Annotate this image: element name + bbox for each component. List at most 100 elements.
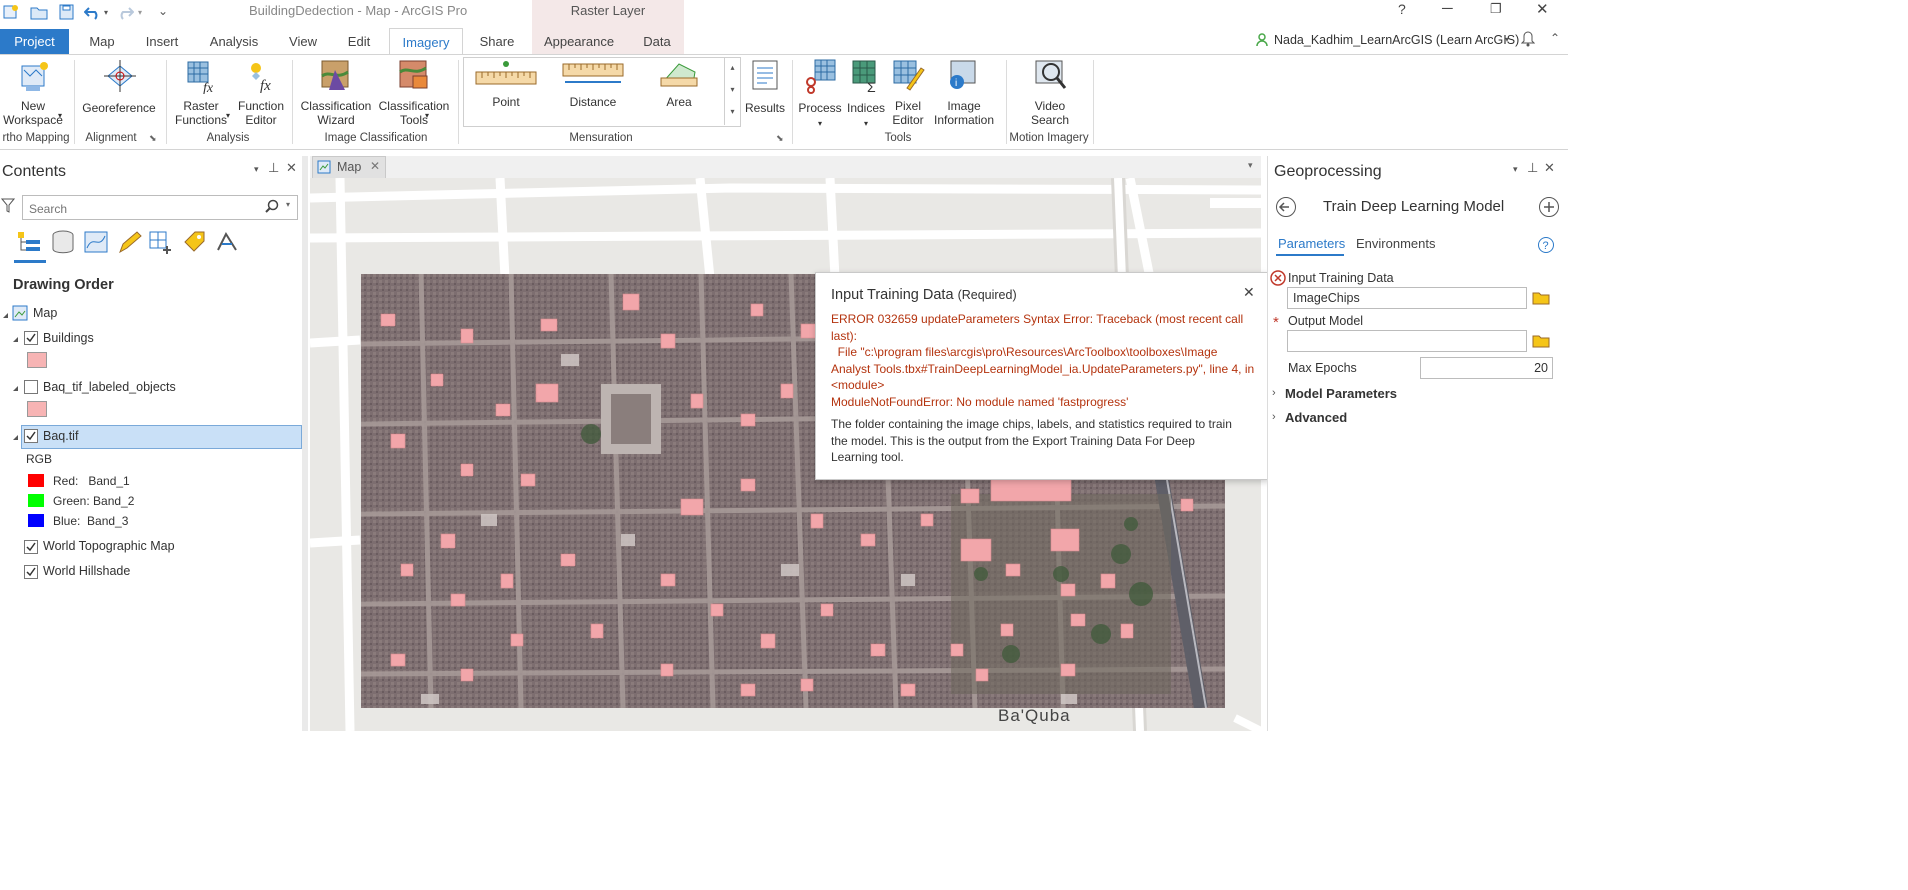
redo-dropdown-icon[interactable]: ▾ xyxy=(138,8,142,17)
area-tool-button[interactable]: Area xyxy=(650,58,708,109)
expand-labeled-objects-icon[interactable] xyxy=(13,386,18,391)
help-button[interactable]: ? xyxy=(1398,1,1406,17)
function-editor-button[interactable]: fx Function Editor xyxy=(234,58,288,127)
search-dropdown-icon[interactable]: ▾ xyxy=(286,200,290,209)
pixel-editor-button[interactable]: Pixel Editor xyxy=(888,58,928,127)
raster-functions-dropdown-icon[interactable]: ▾ xyxy=(226,111,230,120)
filter-icon[interactable] xyxy=(0,197,16,216)
close-popup-icon[interactable]: ✕ xyxy=(1243,284,1255,301)
error-icon[interactable] xyxy=(1270,270,1286,289)
restore-button[interactable]: ❐ xyxy=(1490,1,1502,17)
distance-tool-button[interactable]: Distance xyxy=(558,58,628,109)
max-epochs-field[interactable]: 20 xyxy=(1420,357,1553,379)
tab-appearance[interactable]: Appearance xyxy=(540,30,618,54)
image-information-button[interactable]: i Image Information xyxy=(928,58,1000,127)
advanced-section[interactable]: Advanced xyxy=(1285,410,1347,425)
topo-checkbox[interactable] xyxy=(24,540,38,554)
classification-tools-button[interactable]: Classification Tools xyxy=(374,58,454,127)
labeled-objects-symbol[interactable] xyxy=(27,401,47,417)
tab-map[interactable]: Map xyxy=(80,30,124,54)
undo-dropdown-icon[interactable]: ▾ xyxy=(104,8,108,17)
list-by-data-source-icon[interactable] xyxy=(50,230,76,257)
back-arrow-icon[interactable] xyxy=(1275,196,1297,221)
tab-share[interactable]: Share xyxy=(474,30,520,54)
undo-icon[interactable] xyxy=(83,4,102,20)
expand-model-parameters-icon[interactable]: › xyxy=(1272,387,1276,399)
buildings-symbol[interactable] xyxy=(27,352,47,368)
tab-view[interactable]: View xyxy=(282,30,324,54)
add-icon[interactable] xyxy=(1538,196,1560,221)
customize-toolbar-icon[interactable]: ⌄ xyxy=(158,4,168,18)
minimize-button[interactable]: ─ xyxy=(1442,0,1453,17)
close-map-tab-icon[interactable]: ✕ xyxy=(370,159,380,173)
video-search-button[interactable]: Video Search xyxy=(1016,58,1084,127)
tab-analysis[interactable]: Analysis xyxy=(204,30,264,54)
tab-environments[interactable]: Environments xyxy=(1356,236,1435,251)
save-icon[interactable] xyxy=(58,4,76,20)
classification-tools-dropdown-icon[interactable]: ▾ xyxy=(425,111,429,120)
classification-wizard-button[interactable]: Classification Wizard xyxy=(296,58,376,127)
results-button[interactable]: Results xyxy=(742,58,788,115)
indices-dropdown-icon[interactable]: ▾ xyxy=(844,117,888,131)
georeference-button[interactable]: Georeference xyxy=(78,58,160,115)
indices-button[interactable]: Σ Indices ▾ xyxy=(844,58,888,131)
list-by-labeling-icon[interactable] xyxy=(182,230,208,257)
layer-world-topographic[interactable]: World Topographic Map xyxy=(43,539,175,553)
mensuration-launcher-icon[interactable]: ⬊ xyxy=(776,133,784,144)
point-tool-button[interactable]: Point xyxy=(470,58,542,109)
hillshade-checkbox[interactable] xyxy=(24,565,38,579)
model-parameters-section[interactable]: Model Parameters xyxy=(1285,386,1397,401)
layer-map[interactable]: Map xyxy=(33,306,57,320)
pin-icon[interactable]: ⊥ xyxy=(268,160,279,176)
close-geoprocessing-icon[interactable]: ✕ xyxy=(1544,160,1555,176)
collapse-ribbon-icon[interactable]: ⌃ xyxy=(1550,31,1560,45)
browse-folder-icon[interactable] xyxy=(1532,289,1550,308)
process-dropdown-icon[interactable]: ▾ xyxy=(796,117,844,131)
user-dropdown-icon[interactable]: ▾ xyxy=(1505,35,1509,44)
new-workspace-button[interactable]: New Workspace xyxy=(0,58,66,127)
tab-edit[interactable]: Edit xyxy=(342,30,376,54)
notification-bell-icon[interactable] xyxy=(1520,31,1536,50)
layer-world-hillshade[interactable]: World Hillshade xyxy=(43,564,130,578)
open-project-icon[interactable] xyxy=(30,4,48,20)
new-project-icon[interactable] xyxy=(2,4,20,20)
browse-output-folder-icon[interactable] xyxy=(1532,332,1550,351)
expand-baq-icon[interactable] xyxy=(13,435,18,440)
search-icon[interactable] xyxy=(265,199,279,216)
list-by-perspective-imagery-icon[interactable] xyxy=(214,230,240,257)
view-options-icon[interactable]: ▾ xyxy=(1248,160,1253,171)
pin-geoprocessing-icon[interactable]: ⊥ xyxy=(1527,160,1538,176)
input-training-data-field[interactable]: ImageChips xyxy=(1287,287,1527,309)
close-window-button[interactable]: ✕ xyxy=(1536,0,1549,18)
tab-insert[interactable]: Insert xyxy=(140,30,184,54)
layer-baq-tif[interactable]: Baq.tif xyxy=(43,429,78,443)
search-input[interactable] xyxy=(27,198,261,219)
gallery-scroll[interactable]: ▴ ▾ ▾ xyxy=(724,57,740,125)
raster-functions-button[interactable]: fx Raster Functions xyxy=(168,58,234,127)
close-contents-icon[interactable]: ✕ xyxy=(286,160,297,176)
output-model-field[interactable] xyxy=(1287,330,1527,352)
geoprocessing-options-icon[interactable]: ▾ xyxy=(1513,164,1518,175)
labeled-objects-checkbox[interactable] xyxy=(24,380,38,394)
map-view-tab[interactable]: Map ✕ xyxy=(312,156,386,179)
tab-project[interactable]: Project xyxy=(0,29,69,54)
user-name[interactable]: Nada_Kadhim_LearnArcGIS (Learn ArcGIS) xyxy=(1274,33,1519,47)
expand-buildings-icon[interactable] xyxy=(13,337,18,342)
tab-imagery[interactable]: Imagery xyxy=(389,28,463,56)
layer-labeled-objects[interactable]: Baq_tif_labeled_objects xyxy=(43,380,176,394)
expand-map-icon[interactable] xyxy=(3,313,8,318)
alignment-launcher-icon[interactable]: ⬊ xyxy=(149,133,157,144)
help-icon[interactable]: ? xyxy=(1537,236,1555,257)
tab-data[interactable]: Data xyxy=(638,30,676,54)
list-by-drawing-order-icon[interactable] xyxy=(16,230,42,257)
baq-checkbox[interactable] xyxy=(24,429,38,443)
tab-parameters[interactable]: Parameters xyxy=(1278,236,1345,251)
expand-advanced-icon[interactable]: › xyxy=(1272,411,1276,423)
splitter[interactable] xyxy=(302,156,308,731)
process-button[interactable]: Process ▾ xyxy=(796,58,844,131)
list-by-selection-icon[interactable] xyxy=(83,230,109,257)
contents-options-icon[interactable]: ▾ xyxy=(254,164,259,175)
list-by-snapping-icon[interactable] xyxy=(148,230,174,257)
new-workspace-dropdown-icon[interactable]: ▾ xyxy=(58,111,62,120)
list-by-editing-icon[interactable] xyxy=(116,230,142,257)
